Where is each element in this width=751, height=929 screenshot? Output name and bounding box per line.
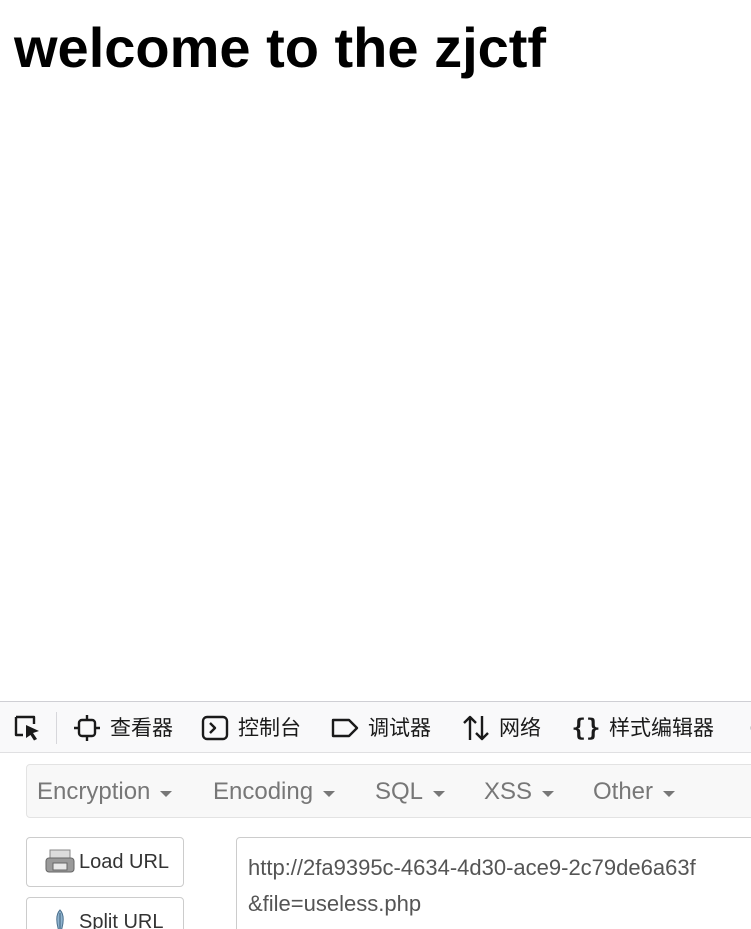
tab-network[interactable]: 网络 [461, 710, 541, 746]
tab-style-editor[interactable]: {} 样式编辑器 [571, 710, 714, 746]
caret-down-icon [542, 790, 555, 797]
menu-encryption-label: Encryption [37, 778, 151, 805]
url-input[interactable]: http://2fa9395c-4634-4d30-ace9-2c79de6a6… [236, 837, 751, 929]
console-icon [200, 713, 230, 743]
load-url-icon [43, 847, 77, 877]
performance-icon [744, 713, 751, 743]
menu-sql-label: SQL [375, 778, 424, 805]
tab-inspector-label: 查看器 [110, 716, 173, 740]
network-icon [461, 713, 491, 743]
toolbar-separator [56, 712, 57, 744]
devtools-toolbar: 查看器 控制台 调试器 网络 {} 样式编辑器 [0, 702, 751, 753]
tab-style-editor-label: 样式编辑器 [609, 716, 714, 740]
menu-sql[interactable]: SQL [375, 765, 446, 819]
debugger-icon [330, 713, 360, 743]
caret-down-icon [323, 790, 336, 797]
tab-console-label: 控制台 [238, 716, 301, 740]
menu-encoding-label: Encoding [213, 778, 314, 805]
load-url-label: Load URL [79, 850, 170, 873]
caret-down-icon [663, 790, 676, 797]
page-title: welcome to the zjctf [14, 16, 547, 79]
split-url-label: Split URL [79, 910, 164, 929]
menu-other[interactable]: Other [593, 765, 676, 819]
tab-debugger-label: 调试器 [368, 716, 431, 740]
style-editor-icon: {} [571, 714, 601, 742]
inspector-icon [72, 713, 102, 743]
tab-overflow[interactable] [744, 710, 751, 746]
tab-inspector[interactable]: 查看器 [72, 710, 173, 746]
caret-down-icon [160, 790, 173, 797]
tab-network-label: 网络 [499, 716, 541, 740]
tab-debugger[interactable]: 调试器 [330, 710, 431, 746]
devtools-panel: 查看器 控制台 调试器 网络 {} 样式编辑器 Encryption Encod… [0, 701, 751, 929]
split-url-button[interactable]: Split URL [26, 897, 184, 929]
menu-xss-label: XSS [484, 778, 533, 805]
menu-xss[interactable]: XSS [484, 765, 555, 819]
element-picker-icon[interactable] [10, 712, 46, 744]
menu-encryption[interactable]: Encryption [37, 765, 173, 819]
hackbar-menu: Encryption Encoding SQL XSS Other [26, 764, 751, 818]
menu-other-label: Other [593, 778, 654, 805]
menu-encoding[interactable]: Encoding [213, 765, 336, 819]
caret-down-icon [433, 790, 446, 797]
split-url-icon [43, 907, 77, 929]
tab-console[interactable]: 控制台 [200, 710, 301, 746]
load-url-button[interactable]: Load URL [26, 837, 184, 887]
